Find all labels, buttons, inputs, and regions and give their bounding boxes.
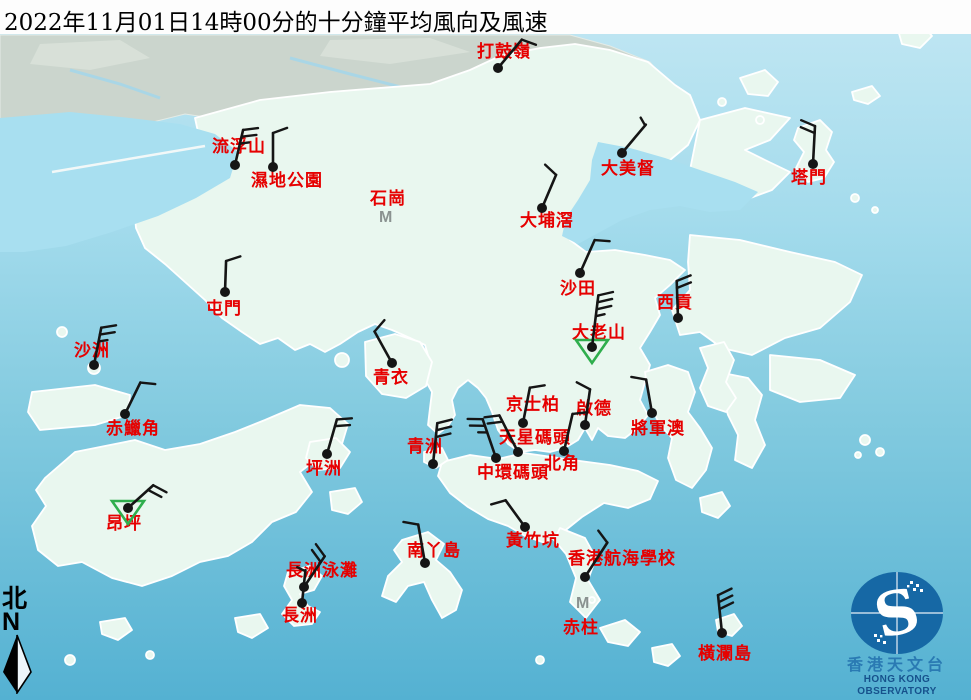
station-dot xyxy=(89,360,99,370)
station-wind-barb xyxy=(577,382,590,430)
hko-name-english: HONG KONG OBSERVATORY xyxy=(827,674,967,698)
station-wind-barb xyxy=(375,320,397,368)
station-dot xyxy=(123,503,133,513)
station-dot xyxy=(513,447,523,457)
station-wind-barb xyxy=(673,275,691,323)
station-dot xyxy=(491,453,501,463)
station-wind-barb xyxy=(403,522,430,568)
station-dot xyxy=(428,459,438,469)
north-letter: N xyxy=(2,611,36,634)
station-wind-barb xyxy=(559,412,587,456)
station-dot xyxy=(230,160,240,170)
station-dot xyxy=(537,203,547,213)
station-dot xyxy=(808,159,818,169)
station-wind-barb xyxy=(717,589,733,638)
station-dot xyxy=(120,409,130,419)
station-wind-barb xyxy=(493,40,536,73)
station-wind-barb xyxy=(580,531,607,582)
station-dot xyxy=(587,342,597,352)
station-dot xyxy=(420,558,430,568)
title-bar: 2022年11月01日14時00分的十分鐘平均風向及風速 xyxy=(0,0,971,34)
station-dot xyxy=(518,418,528,428)
hko-logo: S 香港天文台 HONG KONG OBSERVATORY xyxy=(827,571,967,698)
station-dot xyxy=(520,522,530,532)
station-missing-marker: M xyxy=(379,209,392,226)
hko-name-chinese: 香港天文台 xyxy=(827,655,967,674)
station-wind-barb xyxy=(468,419,501,463)
station-wind-barb xyxy=(518,385,545,428)
station-dot xyxy=(297,598,307,608)
station-missing-marker: M xyxy=(576,595,589,612)
station-dot xyxy=(617,148,627,158)
north-arrow-icon xyxy=(2,634,32,694)
wind-map-screen: 打鼓嶺流浮山濕地公園石崗大美督大埔滘塔門沙田西貢大老山屯門沙洲赤鱲角青衣坪洲青洲… xyxy=(0,0,971,700)
station-dot xyxy=(580,420,590,430)
station-dot xyxy=(387,358,397,368)
station-wind-barb xyxy=(220,256,240,297)
station-dot xyxy=(268,162,278,172)
station-wind-barb xyxy=(89,325,116,370)
station-dot xyxy=(493,63,503,73)
svg-text:M: M xyxy=(576,595,589,612)
station-wind-barb xyxy=(112,485,167,524)
station-wind-barb xyxy=(428,420,452,469)
station-dot xyxy=(575,268,585,278)
station-dot xyxy=(647,408,657,418)
hko-logo-icon: S xyxy=(847,571,947,655)
map-title: 2022年11月01日14時00分的十分鐘平均風向及風速 xyxy=(4,3,548,37)
station-wind-barb xyxy=(617,118,646,158)
station-wind-barb xyxy=(230,128,258,170)
station-wind-barb xyxy=(120,383,155,419)
station-wind-barb xyxy=(575,240,610,278)
station-wind-barb xyxy=(576,292,613,363)
station-wind-barb xyxy=(801,120,818,169)
station-wind-barb xyxy=(537,165,556,213)
svg-text:M: M xyxy=(379,209,392,226)
station-dot xyxy=(673,313,683,323)
wind-barb-layer: MM xyxy=(0,0,971,700)
station-wind-barb xyxy=(484,415,523,457)
station-wind-barb xyxy=(322,418,352,459)
station-dot xyxy=(717,628,727,638)
station-wind-barb xyxy=(631,377,657,418)
station-dot xyxy=(322,449,332,459)
station-dot xyxy=(580,572,590,582)
station-dot xyxy=(559,446,569,456)
north-compass: 北 N xyxy=(2,586,36,698)
station-wind-barb xyxy=(268,128,287,172)
station-dot xyxy=(220,287,230,297)
station-wind-barb xyxy=(491,500,530,532)
